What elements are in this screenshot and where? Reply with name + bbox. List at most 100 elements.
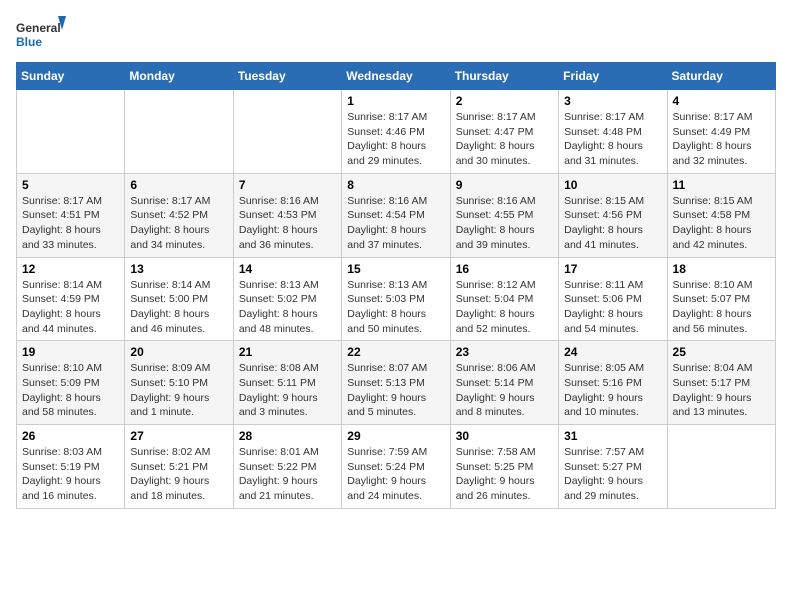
day-number: 19 <box>22 345 119 359</box>
day-of-week-header: Wednesday <box>342 63 450 90</box>
calendar-cell: 4 Sunrise: 8:17 AM Sunset: 4:49 PM Daylig… <box>667 90 775 174</box>
calendar-week-row: 5 Sunrise: 8:17 AM Sunset: 4:51 PM Daylig… <box>17 173 776 257</box>
day-of-week-header: Friday <box>559 63 667 90</box>
calendar-cell: 7Sunrise: 8:16 AM Sunset: 4:53 PM Daylig… <box>233 173 341 257</box>
day-number: 20 <box>130 345 227 359</box>
day-info: Sunrise: 8:05 AM Sunset: 5:16 PM Dayligh… <box>564 361 661 420</box>
day-info: Sunrise: 8:11 AM Sunset: 5:06 PM Dayligh… <box>564 278 661 337</box>
calendar-cell: 28 Sunrise: 8:01 AM Sunset: 5:22 PM Dayli… <box>233 425 341 509</box>
calendar-cell: 5 Sunrise: 8:17 AM Sunset: 4:51 PM Daylig… <box>17 173 125 257</box>
day-of-week-header: Saturday <box>667 63 775 90</box>
day-number: 4 <box>673 94 770 108</box>
logo: General Blue <box>16 16 66 54</box>
day-info: Sunrise: 8:03 AM Sunset: 5:19 PM Dayligh… <box>22 445 119 504</box>
day-number: 15 <box>347 262 444 276</box>
calendar-cell: 19 Sunrise: 8:10 AM Sunset: 5:09 PM Dayli… <box>17 341 125 425</box>
day-info: Sunrise: 8:01 AM Sunset: 5:22 PM Dayligh… <box>239 445 336 504</box>
calendar-cell: 16Sunrise: 8:12 AM Sunset: 5:04 PM Dayli… <box>450 257 558 341</box>
calendar-week-row: 19 Sunrise: 8:10 AM Sunset: 5:09 PM Dayli… <box>17 341 776 425</box>
day-info: Sunrise: 8:17 AM Sunset: 4:49 PM Dayligh… <box>673 110 770 169</box>
day-number: 8 <box>347 178 444 192</box>
svg-text:Blue: Blue <box>16 35 42 49</box>
calendar-week-row: 12 Sunrise: 8:14 AM Sunset: 4:59 PM Dayli… <box>17 257 776 341</box>
day-info: Sunrise: 8:14 AM Sunset: 5:00 PM Dayligh… <box>130 278 227 337</box>
day-number: 1 <box>347 94 444 108</box>
day-number: 21 <box>239 345 336 359</box>
day-of-week-header: Tuesday <box>233 63 341 90</box>
calendar-cell: 11 Sunrise: 8:15 AM Sunset: 4:58 PM Dayli… <box>667 173 775 257</box>
calendar-cell <box>667 425 775 509</box>
calendar-cell: 14 Sunrise: 8:13 AM Sunset: 5:02 PM Dayli… <box>233 257 341 341</box>
calendar-cell: 6Sunrise: 8:17 AM Sunset: 4:52 PM Daylig… <box>125 173 233 257</box>
day-number: 11 <box>673 178 770 192</box>
day-info: Sunrise: 8:15 AM Sunset: 4:56 PM Dayligh… <box>564 194 661 253</box>
day-info: Sunrise: 8:16 AM Sunset: 4:54 PM Dayligh… <box>347 194 444 253</box>
day-info: Sunrise: 8:04 AM Sunset: 5:17 PM Dayligh… <box>673 361 770 420</box>
calendar-cell: 15 Sunrise: 8:13 AM Sunset: 5:03 PM Dayli… <box>342 257 450 341</box>
page-header: General Blue <box>16 16 776 54</box>
calendar-cell: 26 Sunrise: 8:03 AM Sunset: 5:19 PM Dayli… <box>17 425 125 509</box>
day-info: Sunrise: 8:16 AM Sunset: 4:53 PM Dayligh… <box>239 194 336 253</box>
calendar-cell: 22Sunrise: 8:07 AM Sunset: 5:13 PM Dayli… <box>342 341 450 425</box>
day-info: Sunrise: 8:10 AM Sunset: 5:09 PM Dayligh… <box>22 361 119 420</box>
day-number: 29 <box>347 429 444 443</box>
day-info: Sunrise: 8:12 AM Sunset: 5:04 PM Dayligh… <box>456 278 553 337</box>
calendar-cell: 21 Sunrise: 8:08 AM Sunset: 5:11 PM Dayli… <box>233 341 341 425</box>
calendar-cell: 8 Sunrise: 8:16 AM Sunset: 4:54 PM Daylig… <box>342 173 450 257</box>
day-number: 10 <box>564 178 661 192</box>
calendar-cell: 20Sunrise: 8:09 AM Sunset: 5:10 PM Dayli… <box>125 341 233 425</box>
day-number: 18 <box>673 262 770 276</box>
day-info: Sunrise: 8:02 AM Sunset: 5:21 PM Dayligh… <box>130 445 227 504</box>
day-info: Sunrise: 7:58 AM Sunset: 5:25 PM Dayligh… <box>456 445 553 504</box>
day-info: Sunrise: 8:17 AM Sunset: 4:46 PM Dayligh… <box>347 110 444 169</box>
calendar-cell: 31Sunrise: 7:57 AM Sunset: 5:27 PM Dayli… <box>559 425 667 509</box>
calendar-cell <box>17 90 125 174</box>
calendar-cell: 2Sunrise: 8:17 AM Sunset: 4:47 PM Daylig… <box>450 90 558 174</box>
day-number: 12 <box>22 262 119 276</box>
calendar-cell: 25 Sunrise: 8:04 AM Sunset: 5:17 PM Dayli… <box>667 341 775 425</box>
calendar-cell: 27 Sunrise: 8:02 AM Sunset: 5:21 PM Dayli… <box>125 425 233 509</box>
day-number: 22 <box>347 345 444 359</box>
calendar-cell: 1 Sunrise: 8:17 AM Sunset: 4:46 PM Daylig… <box>342 90 450 174</box>
calendar-table: SundayMondayTuesdayWednesdayThursdayFrid… <box>16 62 776 509</box>
day-number: 24 <box>564 345 661 359</box>
calendar-cell: 3Sunrise: 8:17 AM Sunset: 4:48 PM Daylig… <box>559 90 667 174</box>
day-info: Sunrise: 8:13 AM Sunset: 5:03 PM Dayligh… <box>347 278 444 337</box>
calendar-cell: 12 Sunrise: 8:14 AM Sunset: 4:59 PM Dayli… <box>17 257 125 341</box>
day-info: Sunrise: 8:17 AM Sunset: 4:51 PM Dayligh… <box>22 194 119 253</box>
day-number: 13 <box>130 262 227 276</box>
day-info: Sunrise: 8:13 AM Sunset: 5:02 PM Dayligh… <box>239 278 336 337</box>
day-number: 27 <box>130 429 227 443</box>
calendar-week-row: 1 Sunrise: 8:17 AM Sunset: 4:46 PM Daylig… <box>17 90 776 174</box>
calendar-cell: 30 Sunrise: 7:58 AM Sunset: 5:25 PM Dayli… <box>450 425 558 509</box>
day-of-week-header: Thursday <box>450 63 558 90</box>
calendar-cell: 29Sunrise: 7:59 AM Sunset: 5:24 PM Dayli… <box>342 425 450 509</box>
day-of-week-header: Monday <box>125 63 233 90</box>
calendar-cell: 24 Sunrise: 8:05 AM Sunset: 5:16 PM Dayli… <box>559 341 667 425</box>
day-of-week-header: Sunday <box>17 63 125 90</box>
day-number: 25 <box>673 345 770 359</box>
day-info: Sunrise: 8:14 AM Sunset: 4:59 PM Dayligh… <box>22 278 119 337</box>
day-number: 23 <box>456 345 553 359</box>
day-number: 3 <box>564 94 661 108</box>
day-number: 26 <box>22 429 119 443</box>
day-info: Sunrise: 8:17 AM Sunset: 4:47 PM Dayligh… <box>456 110 553 169</box>
day-info: Sunrise: 8:06 AM Sunset: 5:14 PM Dayligh… <box>456 361 553 420</box>
calendar-cell: 9 Sunrise: 8:16 AM Sunset: 4:55 PM Daylig… <box>450 173 558 257</box>
day-number: 14 <box>239 262 336 276</box>
calendar-cell <box>125 90 233 174</box>
calendar-cell: 23 Sunrise: 8:06 AM Sunset: 5:14 PM Dayli… <box>450 341 558 425</box>
day-info: Sunrise: 8:08 AM Sunset: 5:11 PM Dayligh… <box>239 361 336 420</box>
day-info: Sunrise: 8:15 AM Sunset: 4:58 PM Dayligh… <box>673 194 770 253</box>
calendar-header-row: SundayMondayTuesdayWednesdayThursdayFrid… <box>17 63 776 90</box>
day-number: 31 <box>564 429 661 443</box>
calendar-cell: 17Sunrise: 8:11 AM Sunset: 5:06 PM Dayli… <box>559 257 667 341</box>
day-number: 5 <box>22 178 119 192</box>
day-number: 9 <box>456 178 553 192</box>
day-number: 28 <box>239 429 336 443</box>
day-info: Sunrise: 8:17 AM Sunset: 4:52 PM Dayligh… <box>130 194 227 253</box>
day-info: Sunrise: 8:16 AM Sunset: 4:55 PM Dayligh… <box>456 194 553 253</box>
day-number: 30 <box>456 429 553 443</box>
calendar-cell: 18Sunrise: 8:10 AM Sunset: 5:07 PM Dayli… <box>667 257 775 341</box>
calendar-cell: 10 Sunrise: 8:15 AM Sunset: 4:56 PM Dayli… <box>559 173 667 257</box>
